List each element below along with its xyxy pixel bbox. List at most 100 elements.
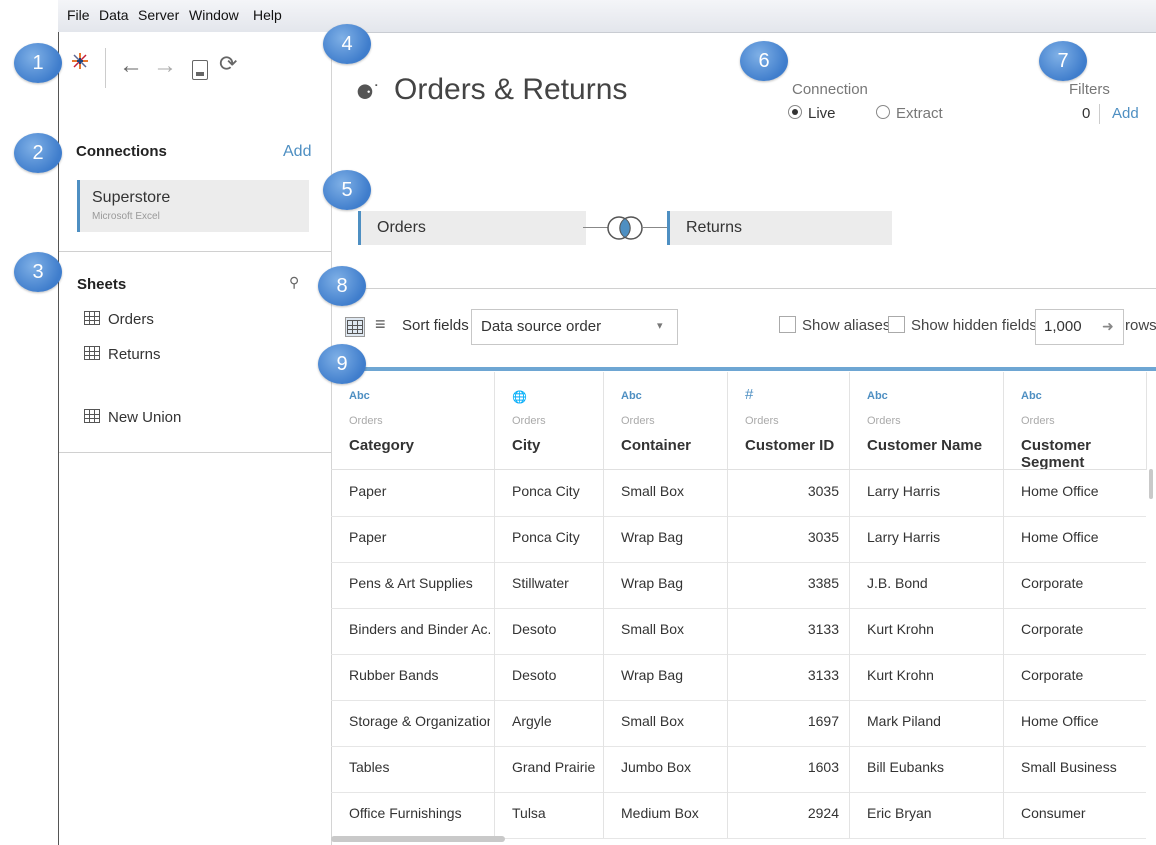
string-type-icon[interactable]: Abc	[867, 390, 888, 402]
connection-item-superstore[interactable]: Superstore Microsoft Excel	[77, 180, 309, 232]
connections-heading: Connections	[76, 143, 167, 160]
divider	[59, 452, 331, 453]
save-icon[interactable]	[192, 60, 208, 80]
join-table-returns[interactable]: Returns	[667, 211, 892, 245]
tableau-logo-icon[interactable]	[69, 50, 91, 77]
callout-badge-5: 5	[323, 170, 371, 210]
refresh-icon[interactable]: ⟳	[219, 51, 237, 77]
table-cell: Desoto	[512, 667, 557, 683]
table-row[interactable]: Storage & Organization Argyle Small Box 169…	[331, 700, 1146, 747]
string-type-icon[interactable]: Abc	[349, 390, 370, 402]
table-cell: Wrap Bag	[621, 575, 683, 591]
sheet-item-orders[interactable]: Orders	[84, 311, 154, 328]
menu-window[interactable]: Window	[189, 7, 239, 23]
search-icon[interactable]: ⚲	[289, 274, 299, 291]
table-icon	[84, 311, 100, 325]
column-header[interactable]: Abc Orders Category	[331, 372, 495, 470]
column-name: City	[512, 437, 541, 454]
column-header[interactable]: Abc Orders Customer Segment	[1003, 372, 1147, 471]
table-cell: 3035	[807, 483, 839, 499]
sort-fields-label: Sort fields	[402, 317, 469, 334]
table-row[interactable]: Paper Ponca City Wrap Bag 3035 Larry Harris H…	[331, 516, 1146, 563]
filters-count: 0	[1082, 105, 1091, 122]
column-divider	[849, 470, 850, 838]
menu-server[interactable]: Server	[138, 7, 179, 23]
table-icon	[84, 346, 100, 360]
chevron-down-icon: ▾	[657, 320, 663, 332]
table-cell: 3133	[807, 621, 839, 637]
menu-file[interactable]: File	[67, 7, 90, 23]
table-cell: Home Office	[1021, 529, 1099, 545]
show-aliases-checkbox[interactable]: Show aliases	[779, 316, 890, 334]
globe-icon[interactable]: 🌐	[512, 390, 527, 404]
table-cell: Wrap Bag	[621, 529, 683, 545]
column-header[interactable]: 🌐 Orders City	[494, 372, 604, 470]
connection-label: Connection	[792, 81, 868, 98]
column-divider	[1003, 470, 1004, 838]
table-cell: Paper	[349, 529, 387, 545]
column-source: Orders	[745, 415, 779, 427]
database-icon[interactable]: ⚈˙	[356, 80, 381, 105]
divider	[331, 288, 1156, 289]
menu-help[interactable]: Help	[253, 7, 282, 23]
callout-badge-1: 1	[14, 43, 62, 83]
menu-bar: File Data Server Window Help	[58, 0, 1156, 33]
grid-view-icon[interactable]	[345, 317, 365, 337]
horizontal-scrollbar[interactable]	[331, 836, 505, 842]
table-cell: Tulsa	[512, 805, 546, 821]
table-row[interactable]: Paper Ponca City Small Box 3035 Larry Harris…	[331, 470, 1146, 517]
arrow-right-icon[interactable]: ➜	[1102, 318, 1114, 335]
table-row[interactable]: Tables Grand Prairie Jumbo Box 1603 Bill Eub…	[331, 746, 1146, 793]
string-type-icon[interactable]: Abc	[1021, 390, 1042, 402]
table-cell: 3133	[807, 667, 839, 683]
table-cell: Small Box	[621, 483, 685, 499]
column-name: Container	[621, 437, 692, 454]
table-cell: Medium Box	[621, 805, 699, 821]
table-row[interactable]: Binders and Binder Ac... Desoto Small Box 3…	[331, 608, 1146, 655]
divider	[59, 251, 331, 252]
table-row[interactable]: Rubber Bands Desoto Wrap Bag 3133 Kurt Krohn…	[331, 654, 1146, 701]
sort-fields-select[interactable]: Data source order ▾	[471, 309, 678, 345]
callout-badge-6: 6	[740, 41, 788, 81]
vertical-scrollbar[interactable]	[1149, 469, 1153, 499]
table-cell: Rubber Bands	[349, 667, 439, 683]
radio-selected-icon	[788, 105, 802, 119]
live-radio[interactable]: Live	[788, 105, 836, 122]
table-cell: 3035	[807, 529, 839, 545]
join-table-orders[interactable]: Orders	[358, 211, 586, 245]
new-union-item[interactable]: New Union	[84, 409, 181, 426]
back-arrow-icon[interactable]: ←	[119, 52, 143, 80]
table-cell: Ponca City	[512, 483, 580, 499]
forward-arrow-icon[interactable]: →	[153, 52, 177, 80]
extract-radio[interactable]: Extract	[876, 105, 943, 122]
string-type-icon[interactable]: Abc	[621, 390, 642, 402]
add-connection-link[interactable]: Add	[283, 143, 311, 161]
column-header[interactable]: # Orders Customer ID	[727, 372, 850, 470]
join-table-label: Returns	[686, 219, 743, 236]
column-header[interactable]: Abc Orders Container	[603, 372, 728, 470]
inner-join-icon[interactable]	[605, 211, 645, 245]
column-divider	[603, 470, 604, 838]
sheet-label: Returns	[108, 346, 161, 363]
callout-badge-8: 8	[318, 266, 366, 306]
table-row[interactable]: Office Furnishings Tulsa Medium Box 2924 Eri…	[331, 792, 1146, 839]
table-cell: Paper	[349, 483, 387, 499]
column-header[interactable]: Abc Orders Customer Name	[849, 372, 1004, 470]
add-filter-link[interactable]: Add	[1112, 105, 1139, 122]
rows-input[interactable]: 1,000 ➜	[1035, 309, 1124, 345]
datasource-title[interactable]: Orders & Returns	[394, 73, 627, 107]
callout-badge-2: 2	[14, 133, 62, 173]
sheet-item-returns[interactable]: Returns	[84, 346, 161, 363]
list-view-icon[interactable]: ≡	[375, 314, 386, 335]
callout-badge-7: 7	[1039, 41, 1087, 81]
number-type-icon[interactable]: #	[745, 386, 753, 403]
union-icon	[84, 409, 100, 423]
menu-data[interactable]: Data	[99, 7, 129, 23]
column-source: Orders	[1021, 415, 1055, 427]
show-hidden-checkbox[interactable]: Show hidden fields	[888, 316, 1037, 334]
table-row[interactable]: Pens & Art Supplies Stillwater Wrap Bag 338…	[331, 562, 1146, 609]
column-source: Orders	[867, 415, 901, 427]
table-cell: Corporate	[1021, 667, 1084, 683]
column-source: Orders	[349, 415, 383, 427]
column-name: Category	[349, 437, 415, 454]
